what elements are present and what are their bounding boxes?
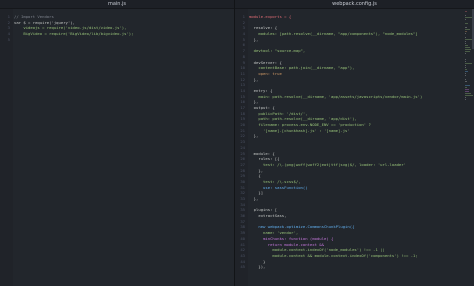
- tab-main-js[interactable]: main.js: [0, 0, 234, 9]
- line-number-gutter: [0, 9, 13, 286]
- minimap-line: [465, 29, 470, 30]
- minimap-line: [465, 95, 473, 96]
- editor-window: main.js webpack.config.js 1// Import Ven…: [0, 0, 474, 286]
- minimap-line: [465, 61, 467, 62]
- code-line[interactable]: 5: [0, 37, 234, 43]
- minimap-line: [465, 79, 467, 80]
- line-number: 45: [240, 264, 245, 270]
- code-area[interactable]: 1 module.exports = {2 3 resolve: {4 module…: [235, 14, 474, 270]
- line-text: }),: [249, 264, 266, 270]
- minimap-line: [465, 63, 473, 64]
- code-line[interactable]: 45 }),: [235, 264, 474, 270]
- minimap-line: [465, 71, 468, 72]
- minimap-line: [465, 15, 467, 16]
- tab-webpack-config-js[interactable]: webpack.config.js: [235, 0, 474, 9]
- minimap-line: [465, 45, 468, 46]
- minimap-line: [465, 65, 466, 66]
- minimap-line: [465, 67, 466, 68]
- minimap-line: [465, 59, 467, 60]
- minimap-line: [465, 69, 468, 70]
- minimap-line: [465, 85, 470, 86]
- minimap-line: [465, 93, 472, 94]
- minimap-line: [465, 87, 468, 88]
- minimap-line: [465, 43, 467, 44]
- minimap-line: [465, 91, 469, 92]
- minimap-line: [465, 97, 466, 98]
- minimap-line: [465, 47, 471, 48]
- tab-bar: main.js webpack.config.js: [0, 0, 474, 9]
- minimap-line: [465, 49, 471, 50]
- minimap-line: [465, 73, 466, 74]
- minimap-line: [465, 99, 466, 100]
- left-editor-pane[interactable]: 1// Import Vendors 2 var $ = require('jque…: [0, 9, 234, 286]
- minimap-line: [465, 89, 469, 90]
- code-area[interactable]: 1// Import Vendors 2 var $ = require('jque…: [0, 14, 234, 42]
- minimap-line: [465, 37, 467, 38]
- minimap-line: [465, 11, 467, 12]
- minimap-line: [465, 23, 468, 24]
- minimap-line: [465, 81, 467, 82]
- minimap-line: [465, 27, 467, 28]
- minimap-line: [465, 51, 470, 52]
- minimap-line: [465, 31, 467, 32]
- line-number: 5: [7, 36, 10, 42]
- right-editor-pane[interactable]: 1 module.exports = {2 3 resolve: {4 module…: [235, 9, 474, 286]
